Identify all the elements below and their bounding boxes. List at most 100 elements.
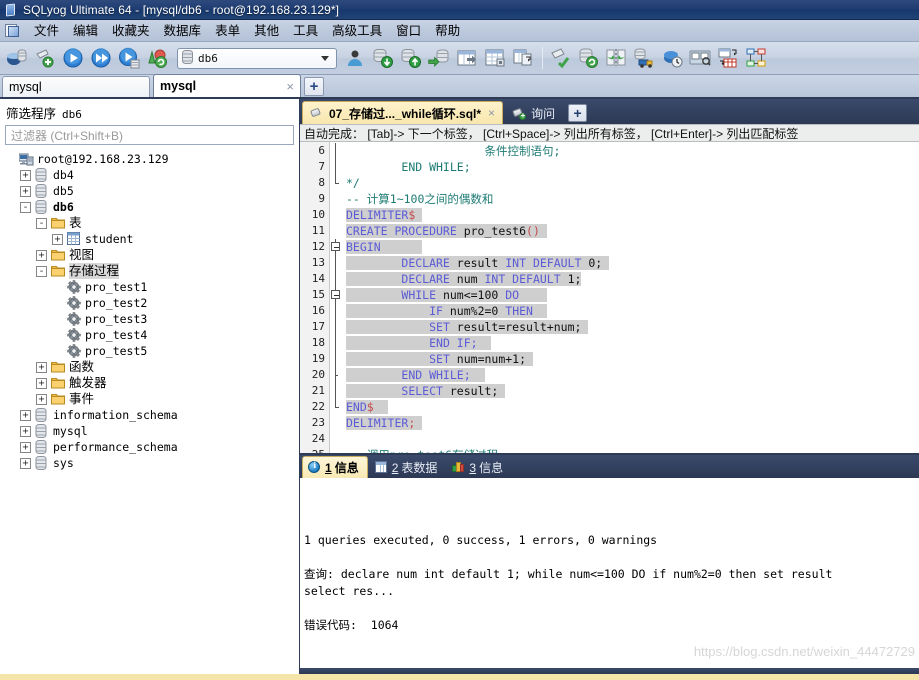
tree-item-[interactable]: -表 (4, 215, 299, 231)
tree-item-[interactable]: + 视图 (4, 247, 299, 263)
results-message-text[interactable]: 1 queries executed, 0 success, 1 errors,… (300, 478, 919, 668)
tree-item-[interactable]: + 触发器 (4, 375, 299, 391)
close-icon[interactable]: × (488, 106, 495, 120)
tree-item-[interactable]: + 事件 (4, 391, 299, 407)
editor-tab-sql-file[interactable]: 07_存储过..._while循环.sql* × (302, 101, 504, 124)
schema-designer-icon[interactable] (743, 45, 769, 71)
expand-icon[interactable]: + (20, 409, 31, 421)
tree-item-performance_schema[interactable]: + performance_schema (4, 439, 299, 455)
code-line[interactable]: IF num%2=0 THEN (344, 303, 919, 319)
tree-item-mysql[interactable]: + mysql (4, 423, 299, 439)
refresh-objects-icon[interactable] (144, 45, 170, 71)
code-line[interactable]: -- 调用pro_test6存储过程 (344, 447, 919, 453)
expand-icon[interactable]: + (20, 441, 31, 453)
code-line[interactable]: DELIMITER; (344, 415, 919, 431)
code-line[interactable]: -- 计算1~100之间的偶数和 (344, 191, 919, 207)
expand-icon[interactable]: + (20, 457, 31, 469)
sqlyog-app-icon[interactable] (5, 23, 21, 39)
filter-input[interactable]: 过滤器 (Ctrl+Shift+B) (5, 125, 294, 145)
menu-item-file[interactable]: 文件 (27, 21, 66, 41)
add-editor-tab-button[interactable]: + (568, 104, 588, 122)
code-line[interactable]: END IF; (344, 335, 919, 351)
export-data-icon[interactable] (398, 45, 424, 71)
code-line[interactable]: DECLARE result INT DEFAULT 0; (344, 255, 919, 271)
expand-icon[interactable]: + (20, 169, 31, 181)
code-line[interactable]: */ (344, 175, 919, 191)
code-content[interactable]: 条件控制语句; END WHILE; */-- 计算1~100之间的偶数和 DELI… (344, 142, 919, 453)
tree-item-db4[interactable]: + db4 (4, 167, 299, 183)
add-connection-button[interactable]: + (304, 77, 324, 96)
menu-item-help[interactable]: 帮助 (428, 21, 467, 41)
fold-marker[interactable] (330, 239, 344, 255)
code-line[interactable]: WHILE num<=100 DO (344, 287, 919, 303)
new-connection-icon[interactable] (32, 45, 58, 71)
chevron-down-icon[interactable] (321, 55, 329, 61)
menu-item-edit[interactable]: 编辑 (66, 21, 105, 41)
execute-query-icon[interactable] (60, 45, 86, 71)
tree-item-pro_test4[interactable]: pro_test4 (4, 327, 299, 343)
expand-icon[interactable]: + (20, 425, 31, 437)
code-line[interactable]: SET result=result+num; (344, 319, 919, 335)
expand-icon[interactable]: + (36, 393, 47, 405)
database-selector[interactable]: db6 (177, 47, 337, 69)
code-line[interactable] (344, 431, 919, 447)
code-line[interactable]: SET num=num+1; (344, 351, 919, 367)
sql-formatter-icon[interactable] (547, 45, 573, 71)
expand-icon[interactable]: + (36, 361, 47, 373)
code-folding-column[interactable] (330, 142, 344, 453)
tree-item-information_schema[interactable]: + information_schema (4, 407, 299, 423)
collapse-icon[interactable]: - (20, 201, 31, 213)
schema-diff-icon[interactable] (603, 45, 629, 71)
tree-item-sys[interactable]: + sys (4, 455, 299, 471)
backup-database-icon[interactable] (426, 45, 452, 71)
scheduled-job-icon[interactable] (659, 45, 685, 71)
connection-tab-mysql-2[interactable]: mysql × (153, 74, 301, 97)
menu-item-other[interactable]: 其他 (247, 21, 286, 41)
data-transfer-icon[interactable] (631, 45, 657, 71)
execute-current-icon[interactable] (116, 45, 142, 71)
code-line[interactable]: END WHILE; (344, 367, 919, 383)
tree-item-[interactable]: + 函数 (4, 359, 299, 375)
close-icon[interactable]: × (286, 79, 294, 94)
table-data-icon[interactable] (482, 45, 508, 71)
expand-icon[interactable]: + (36, 249, 47, 261)
tree-item-root19216823129[interactable]: root@192.168.23.129 (4, 151, 299, 167)
tree-item-pro_test2[interactable]: pro_test2 (4, 295, 299, 311)
tree-item-db6[interactable]: - db6 (4, 199, 299, 215)
connection-tab-mysql-1[interactable]: mysql (2, 76, 150, 97)
menu-item-database[interactable]: 数据库 (157, 21, 209, 41)
execute-all-icon[interactable] (88, 45, 114, 71)
tree-item-student[interactable]: + student (4, 231, 299, 247)
menu-item-window[interactable]: 窗口 (389, 21, 428, 41)
sql-editor[interactable]: 67891011121314151617181920212223242526 条… (300, 142, 919, 453)
code-line[interactable]: DECLARE num INT DEFAULT 1; (344, 271, 919, 287)
menu-item-favorites[interactable]: 收藏夹 (105, 21, 157, 41)
collapse-icon[interactable]: - (36, 217, 47, 229)
code-line[interactable]: END WHILE; (344, 159, 919, 175)
results-tab-table-data-2[interactable]: 2 表数据 (370, 457, 446, 478)
query-builder-icon[interactable] (687, 45, 713, 71)
import-data-icon[interactable] (370, 45, 396, 71)
results-tab-messages-1[interactable]: 1 信息 (302, 456, 368, 478)
menu-item-form[interactable]: 表单 (208, 21, 247, 41)
code-line[interactable]: END$ (344, 399, 919, 415)
form-view-icon[interactable] (715, 45, 741, 71)
fold-marker[interactable] (330, 287, 344, 303)
collapse-icon[interactable]: - (36, 265, 47, 277)
copy-database-icon[interactable] (510, 45, 536, 71)
tree-item-db5[interactable]: + db5 (4, 183, 299, 199)
tree-item-[interactable]: - 存储过程 (4, 263, 299, 279)
tree-item-pro_test1[interactable]: pro_test1 (4, 279, 299, 295)
menu-item-tools[interactable]: 工具 (286, 21, 325, 41)
connection-manager-icon[interactable] (4, 45, 30, 71)
code-line[interactable]: DELIMITER$ (344, 207, 919, 223)
code-line[interactable]: CREATE PROCEDURE pro_test6() (344, 223, 919, 239)
expand-icon[interactable]: + (52, 233, 63, 245)
user-manager-icon[interactable] (342, 45, 368, 71)
editor-tab-new-query[interactable]: 询问 (505, 102, 562, 124)
results-tab-messages-3[interactable]: 3 信息 (447, 457, 511, 478)
tree-item-pro_test5[interactable]: pro_test5 (4, 343, 299, 359)
export-as-sql-icon[interactable] (454, 45, 480, 71)
object-tree[interactable]: root@192.168.23.129 + db4 + db5- db6- 表 + studen… (0, 148, 299, 674)
expand-icon[interactable]: + (20, 185, 31, 197)
